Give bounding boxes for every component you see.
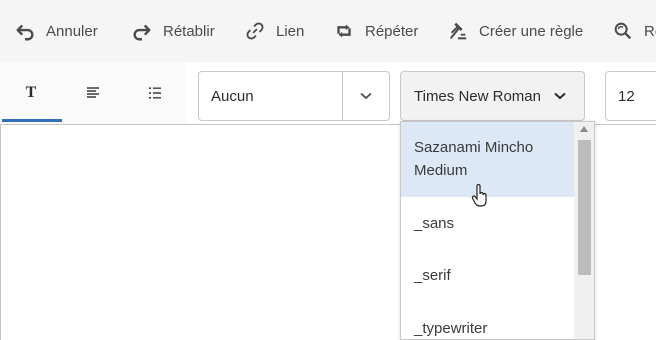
create-rule-label: Créer une règle <box>479 22 584 40</box>
scroll-up-arrow-icon[interactable] <box>580 126 588 132</box>
link-icon <box>246 22 264 40</box>
undo-label: Annuler <box>46 22 98 40</box>
style-select-toggle[interactable] <box>342 72 389 120</box>
toolbar: Annuler Rétablir Lien Répéter Créer une … <box>0 0 656 62</box>
tab-list[interactable] <box>124 62 186 124</box>
link-label: Lien <box>276 22 305 40</box>
font-option-label: _typewriter <box>414 320 488 337</box>
hand-cursor-icon <box>471 184 487 207</box>
create-rule-button[interactable]: Créer une règle <box>447 0 583 62</box>
font-select-value: Times New Roman <box>414 87 541 105</box>
find-replace-label: Re <box>644 22 656 40</box>
font-option-serif[interactable]: _serif <box>401 264 575 287</box>
redo-button[interactable]: Rétablir <box>131 0 215 62</box>
gavel-icon <box>449 22 467 40</box>
scrollbar-thumb[interactable] <box>578 140 591 275</box>
repeat-label: Répéter <box>365 22 419 40</box>
undo-button[interactable]: Annuler <box>14 0 98 62</box>
font-option-label: _sans <box>414 215 455 232</box>
dropdown-scrollbar[interactable] <box>574 122 594 339</box>
link-button[interactable]: Lien <box>244 0 304 62</box>
font-select[interactable]: Times New Roman <box>400 71 585 121</box>
chevron-down-icon <box>360 92 372 100</box>
tab-paragraph[interactable] <box>62 62 124 124</box>
text-icon: T <box>25 84 37 101</box>
font-option-sans[interactable]: _sans <box>401 212 575 235</box>
font-size-value: 12 <box>618 87 635 105</box>
format-tabs: T <box>0 62 186 124</box>
font-option-typewriter[interactable]: _typewriter <box>401 317 575 339</box>
style-select-value: Aucun <box>211 87 254 105</box>
tab-character[interactable]: T <box>0 62 62 124</box>
repeat-icon <box>337 24 351 38</box>
find-replace-icon <box>614 22 632 40</box>
font-dropdown: Sazanami Mincho Medium _sans _serif _typ… <box>400 121 595 340</box>
repeat-button[interactable]: Répéter <box>333 0 418 62</box>
undo-icon <box>16 24 34 41</box>
redo-icon <box>133 24 151 41</box>
redo-label: Rétablir <box>163 22 215 40</box>
find-replace-button[interactable]: Re <box>612 0 656 62</box>
chevron-down-icon <box>554 92 566 100</box>
font-option-label: Sazanami Mincho Medium <box>414 139 534 179</box>
align-icon <box>87 87 99 98</box>
font-option-label: _serif <box>414 267 451 284</box>
style-select[interactable]: Aucun <box>198 71 390 121</box>
list-icon <box>149 87 161 99</box>
font-size-select[interactable]: 12 <box>605 71 656 121</box>
